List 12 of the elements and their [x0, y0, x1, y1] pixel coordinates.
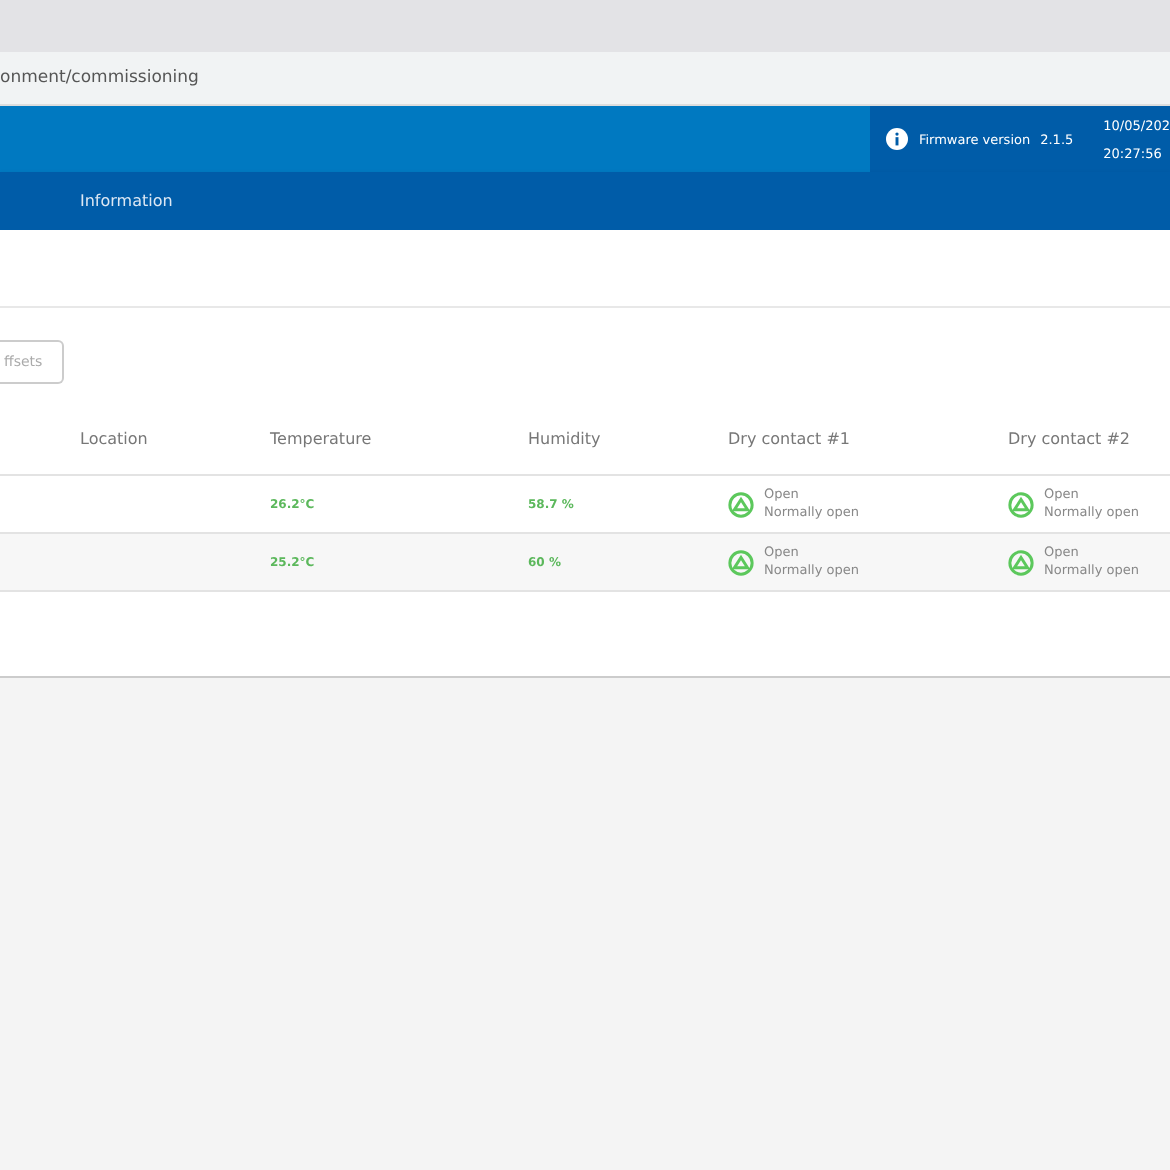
- column-header: Humidity: [528, 429, 603, 447]
- column-header: Dry contact #1: [728, 429, 852, 447]
- column-header: Location: [80, 429, 150, 447]
- contact-status-icon: [1008, 491, 1034, 517]
- contact-status-icon: [728, 549, 754, 575]
- address-bar[interactable]: onment/commissioning: [0, 68, 199, 88]
- info-icon: [886, 128, 909, 150]
- column-header: Temperature: [270, 429, 374, 447]
- column-header: Dry contact #2: [1008, 429, 1132, 447]
- contact-status-icon: [728, 491, 754, 517]
- contact-status-icon: [1008, 549, 1034, 575]
- nav-tab[interactable]: Information: [80, 192, 173, 210]
